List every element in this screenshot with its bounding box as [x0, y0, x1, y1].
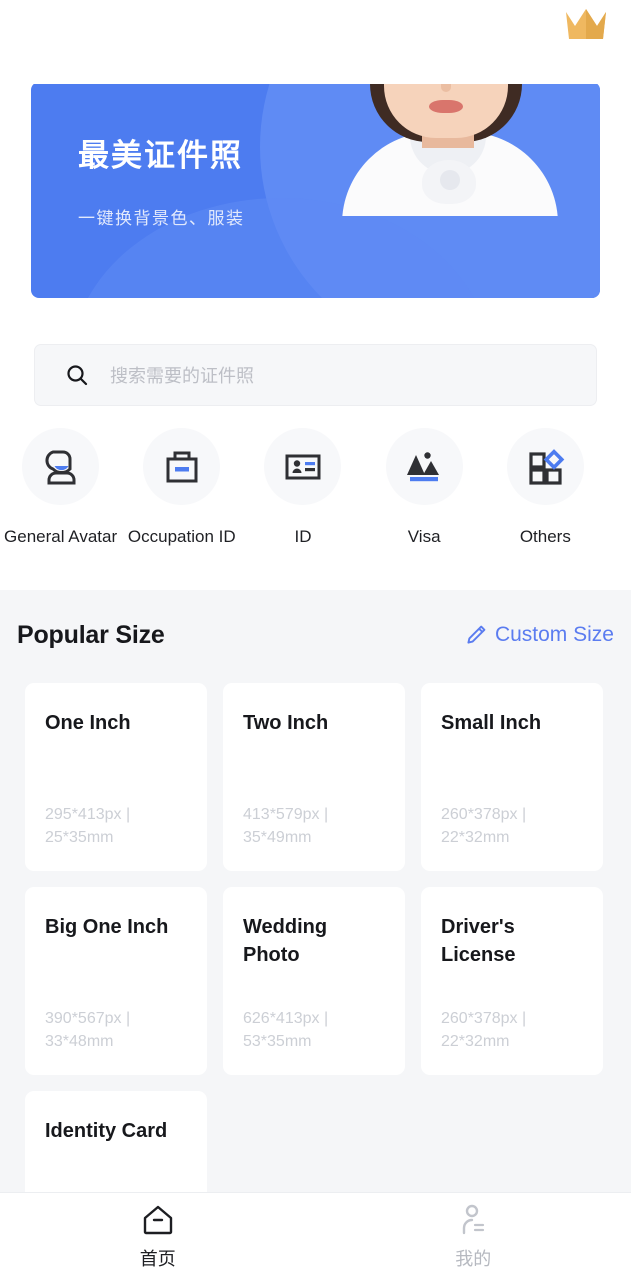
tab-profile[interactable]: 我的	[316, 1193, 631, 1280]
custom-size-label: Custom Size	[494, 623, 614, 646]
category-id[interactable]: ID	[242, 428, 363, 547]
size-card[interactable]: Driver's License 260*378px | 22*32mm	[421, 887, 603, 1075]
size-card-grid: One Inch 295*413px | 25*35mm Two Inch 41…	[25, 683, 609, 1279]
hero-subtitle: 一键换背景色、服装	[78, 209, 245, 228]
size-card[interactable]: Small Inch 260*378px | 22*32mm	[421, 683, 603, 871]
size-card-title: Wedding Photo	[243, 916, 328, 966]
home-icon	[143, 1205, 172, 1234]
landscape-icon	[407, 451, 440, 481]
grid-icon	[529, 448, 565, 485]
size-card[interactable]: Big One Inch 390*567px | 33*48mm	[25, 887, 207, 1075]
category-label: Others	[519, 527, 571, 546]
size-card-title: Two Inch	[243, 712, 329, 734]
pencil-icon	[467, 625, 486, 644]
hero-title: 最美证件照	[78, 138, 243, 173]
search-input[interactable]: 搜索需要的证件照	[110, 362, 254, 388]
size-card-spec: 390*567px | 33*48mm	[45, 1010, 131, 1050]
category-label: ID	[294, 527, 312, 546]
size-card-spec: 260*378px | 22*32mm	[441, 1010, 527, 1050]
popular-size-section: Popular Size Custom Size One Inch 295*41…	[0, 590, 631, 1279]
landscape-icon-bubble	[385, 428, 463, 505]
size-card-spec: 295*413px | 25*35mm	[45, 806, 131, 846]
size-card-spec: 626*413px | 53*35mm	[243, 1010, 329, 1050]
search-bar[interactable]: 搜索需要的证件照	[34, 344, 597, 406]
size-card-title: Big One Inch	[45, 916, 169, 938]
size-card-spec: 413*579px | 35*49mm	[243, 806, 329, 846]
briefcase-icon	[166, 451, 198, 482]
category-label: Visa	[407, 527, 441, 546]
tab-home-label: 首页	[139, 1248, 176, 1269]
category-occupation-id[interactable]: Occupation ID	[121, 428, 242, 547]
search-icon	[67, 365, 88, 386]
category-visa[interactable]: Visa	[364, 428, 485, 547]
category-label: Occupation ID	[127, 527, 236, 546]
top-bar	[0, 0, 631, 84]
tab-profile-label: 我的	[455, 1248, 492, 1269]
id-card-icon-bubble	[264, 428, 342, 505]
avatar-icon-bubble	[22, 428, 100, 505]
grid-icon-bubble	[506, 428, 584, 505]
size-card-title: Identity Card	[45, 1120, 168, 1142]
category-label: General Avatar	[4, 527, 118, 546]
size-card[interactable]: Wedding Photo 626*413px | 53*35mm	[223, 887, 405, 1075]
category-others[interactable]: Others	[485, 428, 606, 547]
category-general-avatar[interactable]: General Avatar	[0, 428, 121, 547]
tab-home[interactable]: 首页	[0, 1193, 316, 1280]
page-title: Popular Size	[17, 620, 165, 649]
section-header: Popular Size Custom Size	[0, 618, 631, 652]
size-card-spec: 260*378px | 22*32mm	[441, 806, 527, 846]
size-card[interactable]: Two Inch 413*579px | 35*49mm	[223, 683, 405, 871]
avatar-icon	[45, 450, 76, 484]
custom-size-button[interactable]: Custom Size	[465, 623, 614, 647]
size-card-title: Driver's License	[441, 916, 516, 966]
user-icon	[463, 1204, 485, 1234]
size-card-title: Small Inch	[441, 712, 542, 734]
briefcase-icon-bubble	[143, 428, 221, 505]
id-card-icon	[285, 454, 321, 479]
category-row: General Avatar Occupation ID ID Visa Oth…	[0, 428, 631, 563]
size-card[interactable]: One Inch 295*413px | 25*35mm	[25, 683, 207, 871]
crown-icon[interactable]	[563, 6, 609, 44]
app-screen: 最美证件照 一键换背景色、服装 搜索需要的证件照 General Avatar …	[0, 0, 631, 1280]
bottom-tab-bar: 首页 我的	[0, 1192, 631, 1280]
size-card-title: One Inch	[45, 712, 131, 734]
